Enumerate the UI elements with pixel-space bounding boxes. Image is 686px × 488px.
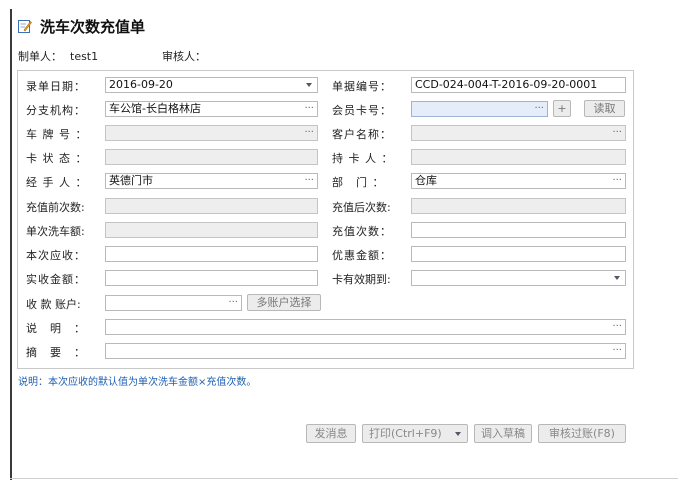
multi-account-button[interactable]: 多账户选择	[247, 294, 321, 311]
ellipsis-icon[interactable]: ···	[612, 174, 622, 188]
unit-price-label: 单次洗车额:	[26, 225, 85, 238]
creator-value: test1	[70, 50, 99, 63]
doc-no-label: 单据编号：	[332, 80, 392, 93]
ellipsis-icon[interactable]: ···	[228, 296, 238, 310]
card-status-label: 卡 状 态 ：	[26, 152, 88, 165]
discount-label: 优惠金额：	[332, 249, 392, 262]
ellipsis-icon[interactable]: ···	[534, 102, 544, 116]
title-bar: 洗车次数充值单	[18, 16, 145, 36]
card-holder-label: 持 卡 人 ：	[332, 152, 394, 165]
member-card-field[interactable]: ···	[411, 101, 548, 117]
payment-account-field[interactable]: ···	[105, 295, 242, 311]
read-card-button[interactable]: 读取	[584, 100, 625, 117]
reviewer-info: 审核人：	[162, 48, 214, 64]
doc-no-value: CCD-024-004-T-2016-09-20-0001	[415, 78, 598, 91]
plate-no-label: 车 牌 号 ：	[26, 128, 88, 141]
card-expiry-label: 卡有效期到:	[332, 273, 391, 286]
customer-name-field[interactable]: ···	[411, 125, 626, 141]
ellipsis-icon[interactable]: ···	[304, 174, 314, 188]
summary-field[interactable]: ···	[105, 343, 626, 359]
dropdown-arrow-icon[interactable]	[614, 276, 620, 280]
payment-account-label: 收 款 账户:	[26, 298, 81, 311]
entry-date-value: 2016-09-20	[109, 78, 173, 91]
edit-document-icon	[18, 20, 32, 33]
form-panel: 录单日期： 2016-09-20 单据编号： CCD-024-004-T-201…	[17, 70, 634, 369]
card-holder-field	[411, 149, 626, 165]
department-field[interactable]: 仓库 ···	[411, 173, 626, 189]
actual-received-label: 实收金额：	[26, 273, 86, 286]
branch-field[interactable]: 车公馆-长白格林店 ···	[105, 101, 318, 117]
print-button[interactable]: 打印(Ctrl+F9)	[362, 424, 468, 443]
doc-no-field[interactable]: CCD-024-004-T-2016-09-20-0001	[411, 77, 626, 93]
department-value: 仓库	[415, 174, 437, 187]
count-before-label: 充值前次数:	[26, 201, 85, 214]
member-card-label: 会员卡号：	[332, 104, 392, 117]
print-dropdown-icon[interactable]	[455, 432, 461, 436]
print-label: 打印(Ctrl+F9)	[369, 427, 442, 440]
note-text: 说明：本次应收的默认值为单次洗车金额×充值次数。	[18, 377, 257, 388]
dropdown-arrow-icon[interactable]	[306, 83, 312, 87]
count-before-field	[105, 198, 318, 214]
creator-info: 制单人： test1	[18, 48, 106, 64]
customer-name-label: 客户名称：	[332, 128, 392, 141]
card-expiry-field[interactable]	[411, 270, 626, 286]
ellipsis-icon[interactable]: ···	[612, 344, 622, 358]
ellipsis-icon[interactable]: ···	[304, 102, 314, 116]
actual-received-field[interactable]	[105, 270, 318, 286]
count-after-label: 充值后次数:	[332, 201, 391, 214]
window-left-border	[10, 9, 12, 480]
branch-label: 分支机构：	[26, 104, 86, 117]
plate-no-field[interactable]: ···	[105, 125, 318, 141]
description-label: 说 明 ：	[26, 322, 86, 335]
handler-label: 经 手 人 ：	[26, 176, 88, 189]
creator-label: 制单人：	[18, 50, 62, 63]
payable-label: 本次应收：	[26, 249, 86, 262]
send-message-button[interactable]: 发消息	[306, 424, 356, 443]
payable-field[interactable]	[105, 246, 318, 262]
summary-label: 摘 要 ：	[26, 346, 86, 359]
card-status-field	[105, 149, 318, 165]
add-button[interactable]: +	[553, 100, 571, 117]
ellipsis-icon[interactable]: ···	[612, 320, 622, 334]
page-title: 洗车次数充值单	[40, 17, 146, 36]
recharge-count-field[interactable]	[411, 222, 626, 238]
ellipsis-icon[interactable]: ···	[304, 126, 314, 140]
branch-value: 车公馆-长白格林店	[109, 102, 201, 115]
count-after-field	[411, 198, 626, 214]
load-draft-button[interactable]: 调入草稿	[474, 424, 532, 443]
unit-price-field	[105, 222, 318, 238]
handler-value: 英德门市	[109, 174, 153, 187]
department-label: 部 门 ：	[332, 176, 385, 189]
review-post-button[interactable]: 审核过账(F8)	[538, 424, 626, 443]
handler-field[interactable]: 英德门市 ···	[105, 173, 318, 189]
entry-date-field[interactable]: 2016-09-20	[105, 77, 318, 93]
recharge-count-label: 充值次数：	[332, 225, 392, 238]
entry-date-label: 录单日期：	[26, 80, 86, 93]
description-field[interactable]: ···	[105, 319, 626, 335]
ellipsis-icon[interactable]: ···	[612, 126, 622, 140]
reviewer-label: 审核人：	[162, 50, 206, 63]
window-bottom-rule	[10, 478, 678, 479]
discount-field[interactable]	[411, 246, 626, 262]
